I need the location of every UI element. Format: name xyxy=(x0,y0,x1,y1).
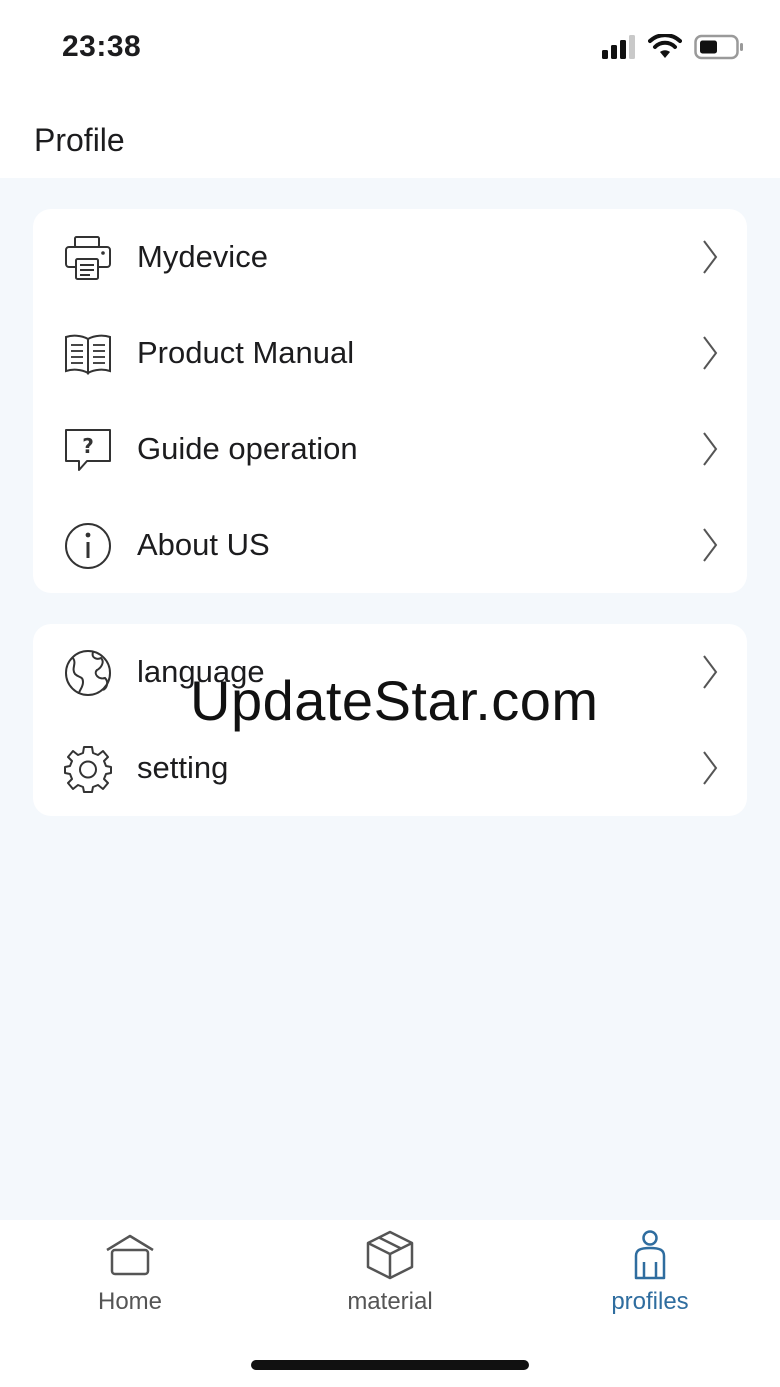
printer-icon xyxy=(65,236,111,280)
status-time: 23:38 xyxy=(62,30,142,63)
chevron-right-icon xyxy=(703,528,718,562)
home-indicator[interactable] xyxy=(251,1360,529,1370)
profile-menu-card: Mydevice Product Manual ? Guide operatio… xyxy=(33,209,747,593)
menu-item-label: setting xyxy=(137,750,229,785)
menu-item-label: About US xyxy=(137,527,270,562)
chevron-right-icon xyxy=(703,655,718,689)
tab-label: material xyxy=(347,1288,433,1315)
tab-label: Home xyxy=(97,1288,163,1315)
menu-item-guide-operation[interactable]: ? Guide operation xyxy=(33,401,747,497)
menu-item-label: Mydevice xyxy=(137,239,268,274)
tab-material[interactable]: material xyxy=(290,1228,490,1328)
chevron-right-icon xyxy=(703,336,718,370)
battery-icon xyxy=(694,34,743,60)
chevron-right-icon xyxy=(703,240,718,274)
tab-home[interactable]: Home xyxy=(30,1228,230,1328)
menu-item-mydevice[interactable]: Mydevice xyxy=(33,209,747,305)
chevron-right-icon xyxy=(703,432,718,466)
menu-item-about-us[interactable]: About US xyxy=(33,497,747,593)
gear-icon xyxy=(64,746,112,793)
book-icon xyxy=(65,334,111,375)
page-title: Profile xyxy=(34,122,125,158)
status-icons xyxy=(602,34,744,60)
box-icon xyxy=(366,1230,414,1280)
menu-item-label: Guide operation xyxy=(137,431,358,466)
signal-icon xyxy=(602,35,635,59)
home-icon xyxy=(106,1234,154,1276)
watermark-text: UpdateStar.com xyxy=(190,669,599,732)
person-icon xyxy=(634,1230,666,1280)
status-bar: 23:38 xyxy=(0,0,780,100)
globe-icon xyxy=(65,650,111,696)
help-bubble-icon: ? xyxy=(65,429,111,471)
menu-item-setting[interactable]: setting xyxy=(33,720,747,816)
page-header: Profile xyxy=(0,100,780,178)
wifi-icon xyxy=(648,34,682,58)
info-icon xyxy=(65,523,111,569)
tab-label: profiles xyxy=(611,1288,689,1315)
chevron-right-icon xyxy=(703,751,718,785)
menu-item-label: Product Manual xyxy=(137,335,355,370)
svg-text:?: ? xyxy=(82,434,94,458)
menu-item-product-manual[interactable]: Product Manual xyxy=(33,305,747,401)
tab-profiles[interactable]: profiles xyxy=(550,1228,750,1328)
